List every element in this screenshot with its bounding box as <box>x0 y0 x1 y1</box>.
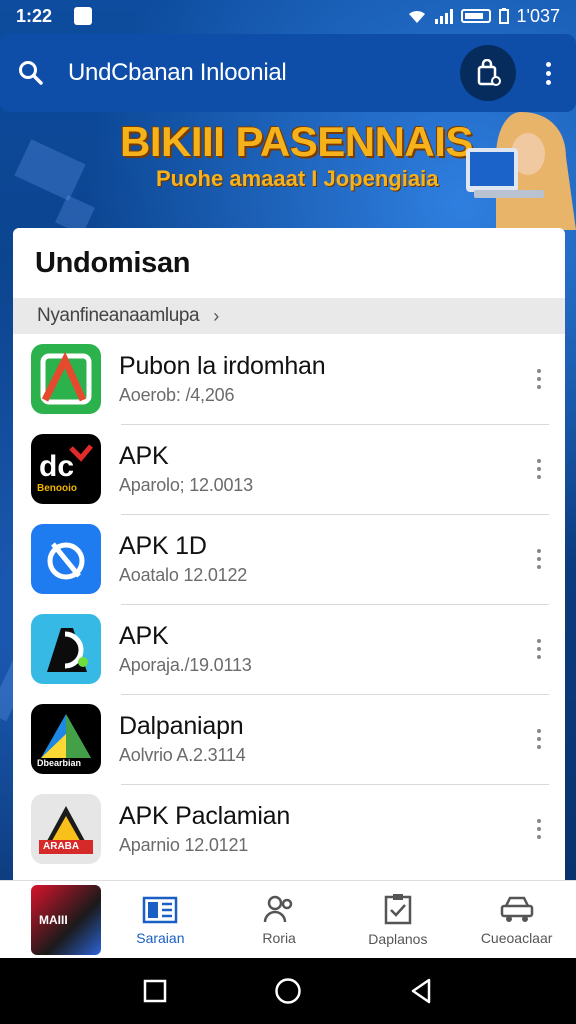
app-badge-text: Benooio <box>37 483 77 494</box>
list-item[interactable]: dc Benooio APK Aparolo; 12.0013 <box>13 424 565 514</box>
nav-label: Daplanos <box>368 930 428 947</box>
list-item[interactable]: Dbearbian Dalpaniapn Aolvrio A.2.3114 <box>13 694 565 784</box>
app-icon-dc-black: dc Benooio <box>31 434 101 504</box>
cart-button[interactable] <box>460 45 516 101</box>
app-icon-play-triangle: Dbearbian <box>31 704 101 774</box>
app-meta: Aparnio 12.0121 <box>119 835 249 855</box>
list-item[interactable]: APK Aporaja./19.0113 <box>13 604 565 694</box>
app-meta: Aolvrio A.2.3114 <box>119 745 246 765</box>
app-name: APK <box>119 622 169 650</box>
nav-label: Cueoaclaar <box>480 929 553 946</box>
status-right-text: 1'037 <box>516 5 560 26</box>
overflow-menu-icon[interactable] <box>538 61 558 85</box>
app-icon-green-arrow <box>31 344 101 414</box>
app-meta: Aoatalo 12.0122 <box>119 565 248 585</box>
app-name: APK Paclamian <box>119 802 291 830</box>
signal-icon <box>434 8 453 24</box>
clipboard-check-icon <box>384 893 412 924</box>
nav-label: Roria <box>262 929 296 946</box>
people-icon <box>263 895 293 922</box>
more-vert-icon[interactable] <box>537 549 541 569</box>
chevron-right-icon: › <box>213 305 219 326</box>
list-item[interactable]: Pubon la irdomhan Aoerob: /4,206 <box>13 334 565 424</box>
app-list-card: Undomisan Nyanfineanaamlupa › Pubon la i… <box>13 228 565 928</box>
search-icon[interactable] <box>18 60 44 86</box>
wifi-icon <box>408 10 425 23</box>
more-vert-icon[interactable] <box>537 729 541 749</box>
svg-text:dc: dc <box>39 450 74 483</box>
app-badge-text: Dbearbian <box>37 758 82 768</box>
promo-subtitle: Puohe amaaat I Jopengiaia <box>156 166 439 191</box>
nav-item-roria[interactable]: Roria <box>220 894 339 946</box>
app-bar: UndCbanan Inloonial <box>0 34 576 112</box>
thumbnail-text: MAIII <box>39 912 68 927</box>
more-vert-icon[interactable] <box>537 369 541 389</box>
app-badge-text: ARABA <box>43 841 80 852</box>
app-name: APK 1D <box>119 532 207 560</box>
promo-headline: BIKIII PASENNAIS <box>120 118 473 165</box>
promo-banner[interactable]: BIKIII PASENNAIS Puohe amaaat I Jopengia… <box>0 112 576 230</box>
list-item[interactable]: ARABA APK Paclamian Aparnio 12.0121 <box>13 784 565 874</box>
car-icon <box>500 896 533 922</box>
app-meta: Aporaja./19.0113 <box>119 655 252 675</box>
nav-item-cueoaclaar[interactable]: Cueoaclaar <box>457 894 576 946</box>
app-name: Pubon la irdomhan <box>119 352 326 380</box>
nav-item-daplanos[interactable]: Daplanos <box>339 893 458 947</box>
recents-square-icon[interactable] <box>143 979 167 1003</box>
more-vert-icon[interactable] <box>537 819 541 839</box>
home-circle-icon[interactable] <box>274 977 302 1005</box>
status-bar: 1:22 1'037 <box>0 0 576 32</box>
battery-saver-icon <box>498 8 509 24</box>
status-time: 1:22 <box>16 5 53 26</box>
recent-app-thumbnail[interactable]: MAIII <box>31 884 101 955</box>
app-name: APK <box>119 442 169 470</box>
promo-person-illustration <box>466 112 576 230</box>
more-vert-icon[interactable] <box>537 639 541 659</box>
section-title: Undomisan <box>35 246 191 279</box>
nav-item-saraian[interactable]: Saraian <box>101 894 220 946</box>
nav-label: Saraian <box>136 929 185 946</box>
bottom-navigation: MAIII Saraian Roria Daplanos Cueoaclaar <box>0 880 576 958</box>
breadcrumb-label: Nyanfineanaamlupa <box>37 305 200 326</box>
battery-icon <box>460 9 491 23</box>
more-vert-icon[interactable] <box>537 459 541 479</box>
shopping-bag-icon <box>477 59 501 86</box>
app-list: Pubon la irdomhan Aoerob: /4,206 dc Beno… <box>13 334 565 874</box>
breadcrumb[interactable]: Nyanfineanaamlupa › <box>13 298 565 334</box>
list-item[interactable]: APK 1D Aoatalo 12.0122 <box>13 514 565 604</box>
app-icon-blue-swirl <box>31 524 101 594</box>
news-icon <box>143 896 178 923</box>
notification-icon <box>74 7 93 25</box>
back-triangle-icon[interactable] <box>409 978 433 1004</box>
app-icon-gray-triangle: ARABA <box>31 794 101 864</box>
app-name: Dalpaniapn <box>119 712 244 740</box>
app-meta: Aparolo; 12.0013 <box>119 475 253 495</box>
system-navigation-bar <box>0 958 576 1024</box>
app-bar-title: UndCbanan Inloonial <box>68 59 287 86</box>
app-meta: Aoerob: /4,206 <box>119 385 235 405</box>
app-icon-cyan-a <box>31 614 101 684</box>
